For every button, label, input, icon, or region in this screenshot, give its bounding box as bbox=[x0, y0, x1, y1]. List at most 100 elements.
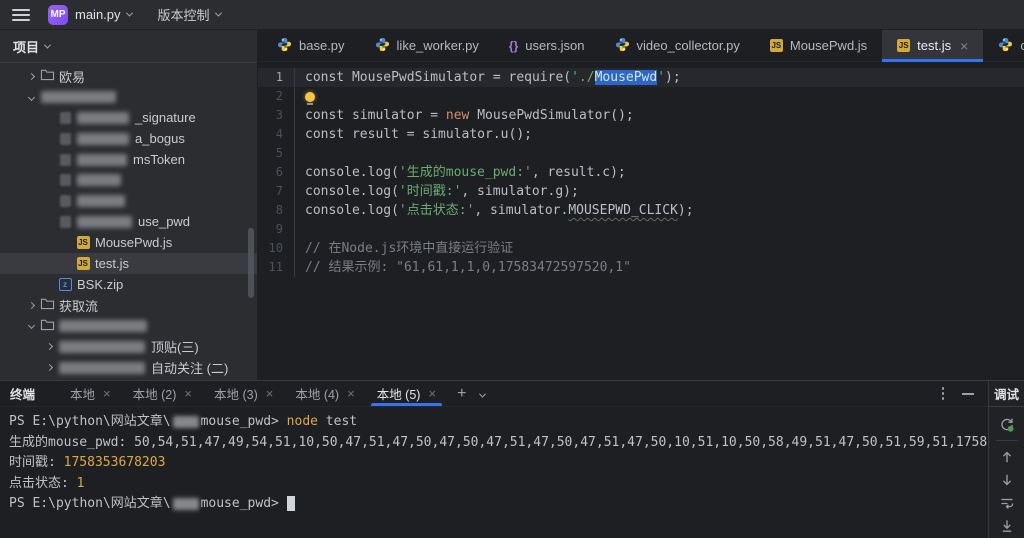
terminal-tab-本地-2-[interactable]: 本地 (2)× bbox=[122, 381, 203, 406]
terminal-tab-本地-3-[interactable]: 本地 (3)× bbox=[203, 381, 284, 406]
terminal-line: PS E:\python\网站文章\mouse_pwd> node test bbox=[9, 412, 979, 433]
code-line[interactable]: 9 bbox=[258, 220, 1024, 239]
line-number[interactable]: 3 bbox=[258, 106, 294, 125]
line-number[interactable]: 10 bbox=[258, 239, 294, 258]
close-icon[interactable]: × bbox=[184, 386, 192, 401]
editor-tab-label: users.json bbox=[525, 38, 584, 53]
line-number[interactable]: 7 bbox=[258, 182, 294, 201]
close-icon[interactable]: × bbox=[266, 386, 274, 401]
hide-panel-icon[interactable] bbox=[962, 393, 974, 395]
code-token: ); bbox=[665, 70, 681, 85]
editor-tab-test-js[interactable]: JStest.js× bbox=[882, 30, 983, 61]
close-icon[interactable]: × bbox=[960, 38, 968, 54]
tree-item[interactable] bbox=[0, 316, 257, 337]
chevron-down-icon bbox=[44, 41, 51, 48]
tree-item-mousepwd-js[interactable]: JSMousePwd.js bbox=[0, 232, 257, 253]
terminal-tab-本地[interactable]: 本地× bbox=[59, 381, 122, 406]
tree-item[interactable] bbox=[0, 87, 257, 108]
terminal-tab-本地-5-[interactable]: 本地 (5)× bbox=[366, 381, 447, 406]
project-selector[interactable]: main.py bbox=[75, 7, 121, 22]
editor-tab-like-worker-py[interactable]: like_worker.py bbox=[360, 30, 494, 61]
tree-item-test-js[interactable]: JS test.js bbox=[0, 253, 257, 274]
chevron-collapsed-icon[interactable] bbox=[24, 74, 38, 79]
chevron-expanded-icon[interactable] bbox=[24, 95, 38, 100]
code-line[interactable]: 7console.log('时间戳:', simulator.g); bbox=[258, 182, 1024, 201]
main-toolbar: MP main.py 版本控制 bbox=[0, 0, 1024, 30]
editor-tab-video-collector-py[interactable]: video_collector.py bbox=[600, 30, 755, 61]
code-line[interactable]: 10// 在Node.js环境中直接运行验证 bbox=[258, 239, 1024, 258]
tree-item[interactable] bbox=[0, 170, 257, 191]
rerun-icon[interactable] bbox=[994, 413, 1020, 436]
editor-tab-label: config.py bbox=[1020, 38, 1024, 53]
soft-wrap-icon[interactable] bbox=[994, 491, 1020, 514]
terminal-tab-dropdown-icon[interactable] bbox=[480, 386, 485, 402]
chevron-down-icon[interactable] bbox=[125, 10, 132, 17]
tree-item-bsk-zip[interactable]: zBSK.zip bbox=[0, 274, 257, 295]
code-token: , simulator. bbox=[474, 203, 568, 218]
terminal-tab-本地-4-[interactable]: 本地 (4)× bbox=[284, 381, 365, 406]
vcs-menu[interactable]: 版本控制 bbox=[158, 5, 221, 24]
chevron-collapsed-icon[interactable] bbox=[42, 344, 56, 349]
terminal-panel-title[interactable]: 终端 bbox=[10, 384, 35, 403]
chevron-collapsed-icon[interactable] bbox=[42, 365, 56, 370]
code-token: new bbox=[446, 108, 469, 123]
tree-item[interactable] bbox=[0, 191, 257, 212]
close-icon[interactable]: × bbox=[428, 386, 436, 401]
tree-item-use-pwd[interactable]: use_pwd bbox=[0, 212, 257, 233]
close-icon[interactable]: × bbox=[347, 386, 355, 401]
editor-tab-base-py[interactable]: base.py bbox=[262, 30, 360, 61]
line-number[interactable]: 9 bbox=[258, 220, 294, 239]
line-number[interactable]: 11 bbox=[258, 258, 294, 277]
editor-tab-config-py[interactable]: config.py bbox=[983, 30, 1024, 61]
code-editor[interactable]: 1const MousePwdSimulator = require('./Mo… bbox=[258, 62, 1024, 380]
terminal-options-icon[interactable] bbox=[940, 385, 947, 402]
redacted-text bbox=[173, 498, 199, 510]
chevron-expanded-icon[interactable] bbox=[24, 323, 38, 328]
line-number[interactable]: 1 bbox=[258, 68, 294, 87]
arrow-down-icon[interactable] bbox=[994, 468, 1020, 491]
debug-tab[interactable]: 调试 bbox=[989, 381, 1024, 407]
terminal-output[interactable]: PS E:\python\网站文章\mouse_pwd> node test生成… bbox=[0, 407, 988, 538]
tree-item-顶贴-三-[interactable]: 顶贴(三) bbox=[0, 336, 257, 357]
code-line[interactable]: 1const MousePwdSimulator = require('./Mo… bbox=[258, 68, 1024, 87]
intention-bulb-icon[interactable] bbox=[305, 92, 315, 102]
file-icon bbox=[60, 174, 71, 186]
js-file-icon: JS bbox=[77, 257, 90, 270]
tree-item-自动关注-二-[interactable]: 自动关注 (二) bbox=[0, 357, 257, 378]
tree-item-欧易[interactable]: 欧易 bbox=[0, 66, 257, 87]
chevron-collapsed-icon[interactable] bbox=[24, 303, 38, 308]
tree-item-label: test.js bbox=[95, 256, 129, 271]
code-token: './ bbox=[571, 70, 594, 85]
tree-item-mstoken[interactable]: msToken bbox=[0, 149, 257, 170]
code-token: '时间戳:' bbox=[399, 184, 461, 199]
code-token: // 结果示例: "61,61,1,1,0,17583472597520,1" bbox=[305, 260, 631, 275]
editor-tab-mousepwd-js[interactable]: JSMousePwd.js bbox=[755, 30, 882, 61]
project-tree-scrollbar[interactable] bbox=[248, 228, 254, 298]
file-icon bbox=[60, 195, 71, 207]
terminal-token: node bbox=[287, 414, 318, 429]
code-line[interactable]: 2 bbox=[258, 87, 1024, 106]
hamburger-menu-icon[interactable] bbox=[12, 9, 30, 21]
editor-tab-users-json[interactable]: {}users.json bbox=[494, 30, 600, 61]
code-line[interactable]: 3const simulator = new MousePwdSimulator… bbox=[258, 106, 1024, 125]
code-line[interactable]: 5 bbox=[258, 144, 1024, 163]
code-line[interactable]: 4const result = simulator.u(); bbox=[258, 125, 1024, 144]
scroll-to-end-icon[interactable] bbox=[994, 514, 1020, 537]
terminal-token: mouse_pwd> bbox=[201, 414, 287, 429]
new-terminal-tab-button[interactable]: + bbox=[457, 386, 466, 402]
line-number[interactable]: 8 bbox=[258, 201, 294, 220]
arrow-up-icon[interactable] bbox=[994, 445, 1020, 468]
line-number[interactable]: 6 bbox=[258, 163, 294, 182]
line-number[interactable]: 4 bbox=[258, 125, 294, 144]
close-icon[interactable]: × bbox=[103, 386, 111, 401]
code-line[interactable]: 11 // 结果示例: "61,61,1,1,0,17583472597520,1… bbox=[258, 258, 1024, 277]
tree-item-a-bogus[interactable]: a_bogus bbox=[0, 128, 257, 149]
code-line[interactable]: 8console.log('点击状态:', simulator.MOUSEPWD… bbox=[258, 201, 1024, 220]
tree-item--signature[interactable]: _signature bbox=[0, 108, 257, 129]
project-panel-header[interactable]: 项目 bbox=[0, 30, 257, 63]
tree-item-获取流[interactable]: 获取流 bbox=[0, 295, 257, 316]
line-number[interactable]: 5 bbox=[258, 144, 294, 163]
line-number[interactable]: 2 bbox=[258, 87, 294, 106]
code-line[interactable]: 6console.log('生成的mouse_pwd:', result.c); bbox=[258, 163, 1024, 182]
tree-item-label: use_pwd bbox=[138, 214, 190, 229]
